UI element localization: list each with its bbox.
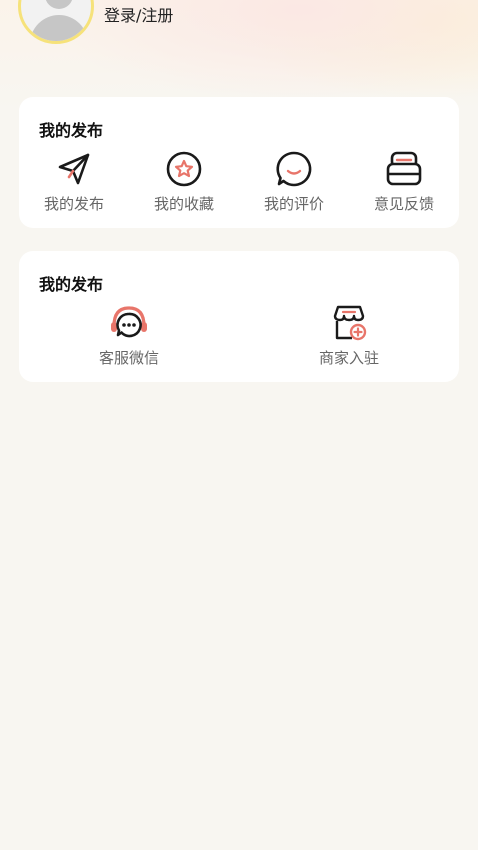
feedback-box-icon: [384, 149, 424, 189]
my-posts-card: 我的发布 我的发布 我的收藏 我的评价 意见反馈: [19, 97, 459, 228]
my-posts-items: 我的发布 我的收藏 我的评价 意见反馈: [19, 149, 459, 214]
menu-item-my-posts[interactable]: 我的发布: [19, 149, 129, 214]
profile-page: 登录/注册 我的发布 我的发布 我的收藏 我的评价 意见反馈 我的发布 客服微信…: [0, 0, 478, 850]
star-circle-icon: [164, 149, 204, 189]
services-card: 我的发布 客服微信 商家入驻: [19, 251, 459, 382]
comment-smile-icon: [274, 149, 314, 189]
menu-item-my-favorites[interactable]: 我的收藏: [129, 149, 239, 214]
paper-plane-icon: [54, 149, 94, 189]
menu-item-label: 我的评价: [263, 195, 324, 213]
services-items: 客服微信 商家入驻: [19, 303, 459, 368]
headset-chat-icon: [109, 303, 149, 343]
menu-item-customer-service-wechat[interactable]: 客服微信: [19, 303, 239, 368]
menu-item-label: 客服微信: [98, 349, 159, 367]
card-title: 我的发布: [39, 275, 104, 294]
login-register-link[interactable]: 登录/注册: [104, 2, 173, 26]
menu-item-my-reviews[interactable]: 我的评价: [239, 149, 349, 214]
menu-item-label: 我的收藏: [153, 195, 214, 213]
menu-item-merchant-join[interactable]: 商家入驻: [239, 303, 459, 368]
store-add-icon: [329, 303, 369, 343]
avatar[interactable]: [18, 0, 94, 44]
avatar-head: [45, 0, 73, 9]
card-title: 我的发布: [39, 121, 104, 140]
menu-item-label: 意见反馈: [373, 195, 434, 213]
profile-header[interactable]: 登录/注册: [18, 0, 173, 44]
menu-item-label: 商家入驻: [318, 349, 379, 367]
menu-item-feedback[interactable]: 意见反馈: [349, 149, 459, 214]
avatar-body: [30, 15, 88, 41]
menu-item-label: 我的发布: [43, 195, 104, 213]
